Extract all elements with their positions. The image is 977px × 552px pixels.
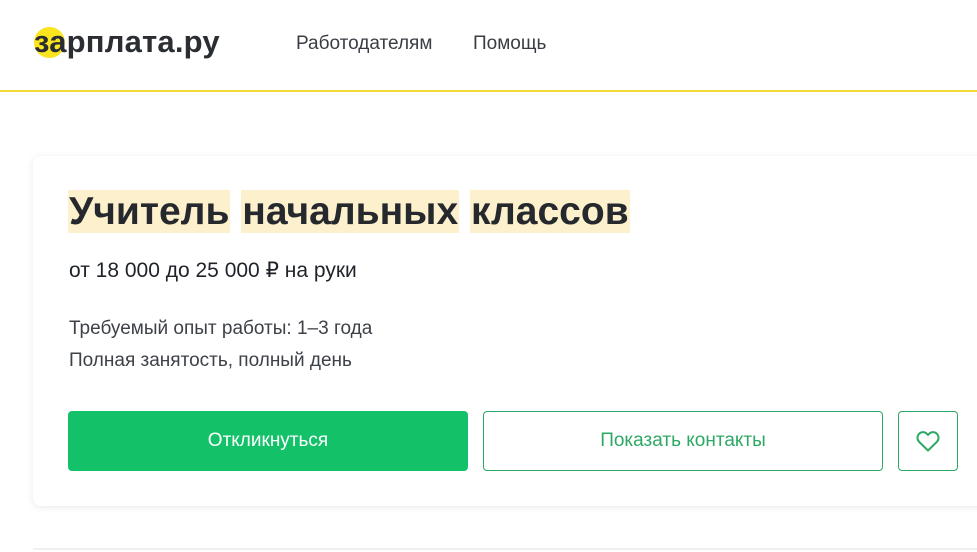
vacancy-salary: от 18 000 до 25 000 ₽ на руки (69, 259, 357, 282)
site-logo[interactable]: зарплата.ру (34, 22, 220, 62)
title-word: Учитель (68, 190, 231, 233)
nav-help[interactable]: Помощь (473, 33, 546, 55)
favorite-button[interactable] (898, 411, 958, 471)
title-word: классов (470, 190, 630, 233)
heart-icon (916, 431, 940, 452)
show-contacts-button[interactable]: Показать контакты (483, 411, 883, 471)
vacancy-employment: Полная занятость, полный день (69, 350, 352, 371)
title-word: начальных (241, 190, 460, 233)
vacancy-experience: Требуемый опыт работы: 1–3 года (69, 318, 373, 339)
vacancy-title: Учитель начальных классов (68, 187, 630, 237)
divider (33, 548, 977, 550)
nav-employers[interactable]: Работодателям (296, 33, 432, 55)
apply-button[interactable]: Откликнуться (68, 411, 468, 471)
logo-text: зарплата.ру (34, 24, 220, 59)
site-header: зарплата.ру Работодателям Помощь (0, 0, 977, 92)
